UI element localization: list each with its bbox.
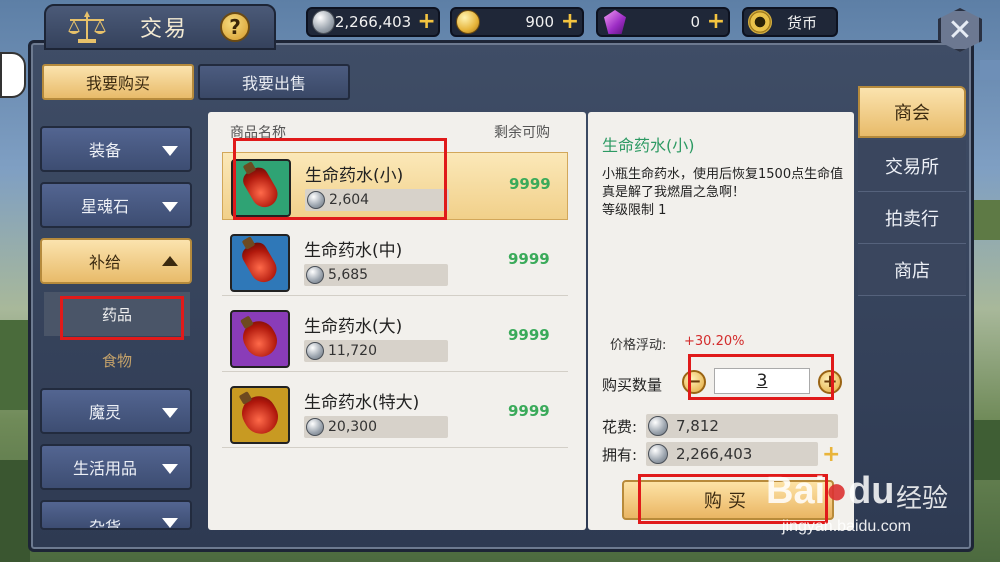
chevron-down-icon [162,146,178,156]
tab-buy[interactable]: 我要购买 [42,64,194,100]
balance-scale-icon [68,11,106,43]
silver-coin-icon [648,416,668,436]
category-star-soul[interactable]: 星魂石 [40,182,192,228]
item-price-value: 11,720 [328,343,377,359]
watermark-logo: Bai●du [766,470,895,513]
game-scene: 交易 ? 2,266,403 + 900 + 0 + 货币 ✕ 我要购买 我要出… [0,0,1000,562]
detail-desc-line: 小瓶生命药水，使用后恢复1500点生命值 [602,167,844,182]
category-label: 补给 [88,253,121,272]
currency-ring-icon [748,10,772,34]
category-label: 杂货 [88,518,121,530]
gem-currency: 0 + [596,7,730,37]
category-label: 生活用品 [72,459,137,478]
page-title: 交易 [140,17,189,42]
owned-bar: 2,266,403 [646,442,818,466]
currency-label: 货币 [786,13,817,32]
potion-bottle-icon [238,239,282,287]
watermark-cn: 经验 [896,484,949,514]
add-gem-button[interactable]: + [704,11,728,33]
detail-title: 生命药水(小) [602,136,695,155]
currency-menu[interactable]: 货币 [742,7,838,37]
baidu-watermark: Bai●du 经验 jingyan.baidu.com [766,470,992,548]
item-price: 11,720 [304,340,448,362]
owned-value: 2,266,403 [676,445,753,463]
cost-value: 7,812 [676,417,719,435]
potion-xlarge-thumbnail [230,386,290,444]
category-spirit[interactable]: 魔灵 [40,388,192,434]
category-label: 装备 [88,141,121,160]
category-equipment[interactable]: 装备 [40,126,192,172]
highlight-selected-item [233,138,447,220]
add-silver-small-button[interactable]: + [822,442,840,467]
item-price: 5,685 [304,264,448,286]
silver-coin-icon [648,444,668,464]
item-name: 生命药水(特大) [304,393,420,413]
gold-amount: 900 [525,13,554,31]
watermark-url: jingyan.baidu.com [782,518,911,535]
chevron-down-icon [162,464,178,474]
list-item[interactable]: 生命药水(特大) 20,300 9999 [222,380,568,448]
detail-desc-line: 真是解了我燃眉之急啊！ [602,185,746,200]
highlight-quantity [688,354,834,400]
detail-description: 小瓶生命药水，使用后恢复1500点生命值 真是解了我燃眉之急啊！ 等级限制 1 [602,166,848,220]
item-name: 生命药水(大) [304,317,403,337]
help-button[interactable]: ? [220,12,250,42]
gem-amount: 0 [690,13,700,31]
column-remain-header: 剩余可购 [494,125,550,141]
item-price: 20,300 [304,416,448,438]
potion-bottle-icon [237,315,283,363]
chevron-up-icon [162,256,178,266]
watermark-logo-tail: du [848,470,895,512]
paw-icon: ● [825,470,849,512]
owned-label: 拥有: [602,446,638,464]
item-remain: 9999 [508,326,550,344]
subcategory-food[interactable]: 食物 [44,338,190,382]
chevron-down-icon [162,408,178,418]
item-detail: 生命药水(小) 小瓶生命药水，使用后恢复1500点生命值 真是解了我燃眉之急啊！… [588,112,854,530]
gold-coin-icon [456,10,480,34]
tab-sell[interactable]: 我要出售 [198,64,350,100]
category-label: 魔灵 [88,403,121,422]
category-misc[interactable]: 杂货 [40,500,192,530]
gold-currency: 900 + [450,7,584,37]
silver-coin-icon [312,10,335,34]
watermark-logo-text: Bai [766,470,826,512]
category-supplies[interactable]: 补给 [40,238,192,284]
chevron-down-icon [162,518,178,528]
side-tab-guild-shop[interactable]: 商会 [858,86,966,138]
category-daily-goods[interactable]: 生活用品 [40,444,192,490]
silver-coin-icon [306,266,324,284]
list-item[interactable]: 生命药水(大) 11,720 9999 [222,304,568,372]
item-name: 生命药水(中) [304,241,403,261]
add-gold-button[interactable]: + [558,11,582,33]
side-tab-exchange[interactable]: 交易所 [858,140,966,192]
category-label: 星魂石 [80,197,129,216]
silver-coin-icon [306,418,324,436]
item-price-value: 5,685 [328,267,369,283]
item-remain: 9999 [508,402,550,420]
potion-bottle-icon [235,390,285,440]
silver-amount: 2,266,403 [334,13,412,31]
cost-bar: 7,812 [646,414,838,438]
side-tab-store[interactable]: 商店 [858,244,966,296]
item-remain: 9999 [508,250,550,268]
silver-currency: 2,266,403 + [306,7,440,37]
potion-large-thumbnail [230,310,290,368]
price-float-value: +30.20% [684,334,745,349]
item-price-value: 20,300 [328,419,377,435]
chevron-down-icon [162,202,178,212]
highlight-medicine-tab [60,296,184,340]
side-tab-auction[interactable]: 拍卖行 [858,192,966,244]
purple-gem-icon [604,10,626,34]
potion-medium-thumbnail [230,234,290,292]
price-float-label: 价格浮动: [610,338,667,353]
avatar[interactable] [0,52,26,98]
silver-coin-icon [306,342,324,360]
item-remain: 9999 [509,175,551,193]
quantity-label: 购买数量 [602,376,663,394]
add-silver-button[interactable]: + [415,11,438,33]
list-item[interactable]: 生命药水(中) 5,685 9999 [222,228,568,296]
cost-label: 花费: [602,418,638,436]
detail-level-requirement: 等级限制 1 [602,203,667,218]
